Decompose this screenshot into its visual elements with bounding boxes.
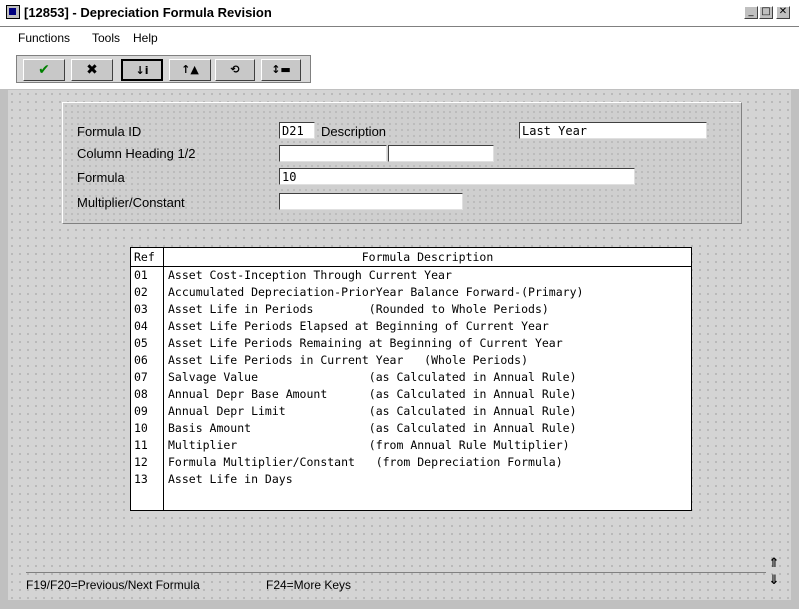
inquire-button[interactable]: ↓i [121, 59, 163, 81]
list-item-desc: Asset Life Periods Elapsed at Beginning … [168, 319, 549, 333]
maximize-button[interactable]: □ [759, 6, 773, 19]
application-window: [12853] - Depreciation Formula Revision … [0, 0, 799, 609]
list-item[interactable]: 02 Accumulated Depreciation-PriorYear Bal… [131, 284, 691, 300]
change-button[interactable]: ⟲ [215, 59, 255, 81]
menu-bar: Functions Tools Help [0, 27, 799, 49]
add-button[interactable]: ↑▲ [169, 59, 211, 81]
formula-id-field[interactable] [279, 122, 315, 139]
list-item[interactable]: 11 Multiplier (from Annual Rule Multiplie… [131, 437, 691, 453]
delete-button[interactable]: ↕▬ [261, 59, 301, 81]
list-item[interactable]: 06 Asset Life Periods in Current Year (Wh… [131, 352, 691, 368]
list-item-ref: 07 [134, 370, 148, 384]
list-item-desc: Asset Life Periods in Current Year (Whol… [168, 353, 529, 367]
list-item-ref: 11 [134, 438, 148, 452]
list-item-desc: Basis Amount (as Calculated in Annual Ru… [168, 421, 577, 435]
list-item-ref: 02 [134, 285, 148, 299]
previous-next-formula-hint: F19/F20=Previous/Next Formula [26, 578, 200, 592]
cancel-button[interactable]: ✖ [71, 59, 113, 81]
list-item-desc: Annual Depr Base Amount (as Calculated i… [168, 387, 577, 401]
multiplier-constant-label: Multiplier/Constant [77, 195, 185, 210]
multiplier-constant-field[interactable] [279, 193, 463, 210]
list-item-desc: Asset Cost-Inception Through Current Yea… [168, 268, 452, 282]
close-button[interactable]: ✕ [776, 6, 790, 19]
formula-description-listbox[interactable]: Ref Formula Description 01 Asset Cost-Inc… [130, 247, 692, 511]
list-item-ref: 10 [134, 421, 148, 435]
minimize-button[interactable]: _ [744, 6, 758, 19]
ok-button[interactable]: ✔ [23, 59, 65, 81]
list-item[interactable]: 07 Salvage Value (as Calculated in Annual… [131, 369, 691, 385]
list-item-desc: Annual Depr Limit (as Calculated in Annu… [168, 404, 577, 418]
list-item-ref: 03 [134, 302, 148, 316]
list-item[interactable]: 03 Asset Life in Periods (Rounded to Whol… [131, 301, 691, 317]
client-area: Formula ID Description Column Heading 1/… [8, 90, 791, 600]
menu-functions[interactable]: Functions [18, 31, 70, 45]
list-item-ref: 12 [134, 455, 148, 469]
list-item-desc: Multiplier (from Annual Rule Multiplier) [168, 438, 570, 452]
app-icon[interactable] [6, 5, 20, 19]
list-item[interactable]: 05 Asset Life Periods Remaining at Beginn… [131, 335, 691, 351]
menu-help[interactable]: Help [133, 31, 158, 45]
formula-label: Formula [77, 170, 125, 185]
window-title: [12853] - Depreciation Formula Revision [24, 5, 272, 20]
list-item-ref: 09 [134, 404, 148, 418]
list-item[interactable]: 04 Asset Life Periods Elapsed at Beginnin… [131, 318, 691, 334]
list-item-ref: 06 [134, 353, 148, 367]
list-item[interactable]: 10 Basis Amount (as Calculated in Annual … [131, 420, 691, 436]
list-item-desc: Asset Life in Periods (Rounded to Whole … [168, 302, 549, 316]
description-field[interactable] [519, 122, 707, 139]
column-heading-label: Column Heading 1/2 [77, 146, 196, 161]
list-item-desc: Accumulated Depreciation-PriorYear Balan… [168, 285, 584, 299]
menu-tools[interactable]: Tools [92, 31, 120, 45]
list-item-desc: Salvage Value (as Calculated in Annual R… [168, 370, 577, 384]
function-key-bar: F19/F20=Previous/Next Formula F24=More K… [26, 572, 766, 595]
list-item-ref: 04 [134, 319, 148, 333]
title-bar[interactable]: [12853] - Depreciation Formula Revision … [0, 0, 799, 27]
previous-record-arrow-icon[interactable]: ⇑ [767, 556, 781, 571]
description-label: Description [321, 124, 387, 139]
list-item[interactable]: 13 Asset Life in Days [131, 471, 691, 487]
list-item[interactable]: 08 Annual Depr Base Amount (as Calculated… [131, 386, 691, 402]
list-item[interactable]: 12 Formula Multiplier/Constant (from Depr… [131, 454, 691, 470]
list-item-desc: Asset Life in Days [168, 472, 293, 486]
list-item-desc: Asset Life Periods Remaining at Beginnin… [168, 336, 563, 350]
form-panel: Formula ID Description Column Heading 1/… [62, 102, 742, 224]
list-item-desc: Formula Multiplier/Constant (from Deprec… [168, 455, 563, 469]
list-item-ref: 13 [134, 472, 148, 486]
toolbar-group: ✔ ✖ ↓i ↑▲ ⟲ ↕▬ [16, 55, 311, 83]
ref-column-header: Ref [134, 250, 155, 264]
listbox-header: Ref Formula Description [131, 248, 691, 267]
list-item-ref: 01 [134, 268, 148, 282]
next-record-arrow-icon[interactable]: ⇓ [767, 573, 781, 588]
formula-field[interactable] [279, 168, 635, 185]
list-item[interactable]: 01 Asset Cost-Inception Through Current Y… [131, 267, 691, 283]
list-item[interactable]: 09 Annual Depr Limit (as Calculated in An… [131, 403, 691, 419]
list-item-ref: 08 [134, 387, 148, 401]
formula-id-label: Formula ID [77, 124, 142, 139]
more-keys-hint: F24=More Keys [266, 578, 352, 592]
list-item-ref: 05 [134, 336, 148, 350]
column-heading-2-field[interactable] [388, 145, 494, 162]
description-column-header: Formula Description [361, 250, 494, 264]
record-navigation: ⇑ ⇓ [765, 556, 785, 590]
toolbar: ✔ ✖ ↓i ↑▲ ⟲ ↕▬ [0, 49, 799, 89]
column-heading-1-field[interactable] [279, 145, 387, 162]
